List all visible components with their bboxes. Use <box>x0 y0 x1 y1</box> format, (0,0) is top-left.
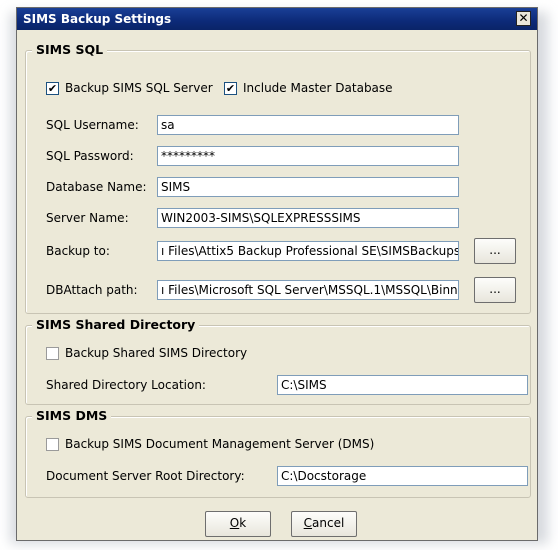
backup-shared-directory-label[interactable]: Backup Shared SIMS Directory <box>65 346 247 360</box>
document-server-root-field[interactable]: C:\Docstorage <box>277 466 528 486</box>
dbattach-browse-button[interactable]: ... <box>474 277 516 303</box>
backup-dms-checkbox[interactable] <box>46 438 59 451</box>
server-name-label: Server Name: <box>46 211 129 225</box>
sql-username-field[interactable]: sa <box>157 115 459 135</box>
sql-username-label: SQL Username: <box>46 118 139 132</box>
database-name-label: Database Name: <box>46 180 147 194</box>
sims-dms-legend: SIMS DMS <box>32 408 112 423</box>
backup-dms-label[interactable]: Backup SIMS Document Management Server (… <box>65 437 374 451</box>
close-icon[interactable]: ✕ <box>516 11 531 26</box>
backup-settings-dialog: SIMS Backup Settings ✕ SIMS SQL ✔ Backup… <box>16 7 538 541</box>
shared-directory-location-label: Shared Directory Location: <box>46 378 206 392</box>
dialog-title: SIMS Backup Settings <box>23 12 172 26</box>
backup-to-label: Backup to: <box>46 244 110 258</box>
cancel-mnemonic: C <box>303 516 313 530</box>
sims-sql-legend: SIMS SQL <box>32 42 108 57</box>
backup-to-field[interactable]: ı Files\Attix5 Backup Professional SE\SI… <box>157 241 459 261</box>
backup-sql-server-checkbox[interactable]: ✔ <box>46 82 59 95</box>
include-master-label[interactable]: Include Master Database <box>243 81 393 95</box>
backup-shared-directory-checkbox[interactable] <box>46 347 59 360</box>
document-server-root-label: Document Server Root Directory: <box>46 469 245 483</box>
database-name-field[interactable]: SIMS <box>157 177 459 197</box>
backup-sql-server-label[interactable]: Backup SIMS SQL Server <box>65 81 213 95</box>
title-bar[interactable]: SIMS Backup Settings ✕ <box>17 8 537 30</box>
sql-password-label: SQL Password: <box>46 149 134 163</box>
server-name-field[interactable]: WIN2003-SIMS\SQLEXPRESSSIMS <box>157 208 459 228</box>
ok-label-rest: k <box>239 516 247 530</box>
include-master-checkbox[interactable]: ✔ <box>224 82 237 95</box>
ok-button[interactable]: Ok <box>205 511 271 537</box>
sql-password-field[interactable]: ********* <box>157 146 459 166</box>
dbattach-path-field[interactable]: ı Files\Microsoft SQL Server\MSSQL.1\MSS… <box>157 280 459 300</box>
dbattach-path-label: DBAttach path: <box>46 283 138 297</box>
shared-directory-location-field[interactable]: C:\SIMS <box>277 375 528 395</box>
ok-mnemonic: O <box>229 516 240 530</box>
cancel-button[interactable]: Cancel <box>291 511 357 537</box>
cancel-label-rest: ancel <box>312 516 345 530</box>
shared-directory-legend: SIMS Shared Directory <box>32 317 200 332</box>
backup-to-browse-button[interactable]: ... <box>474 238 516 264</box>
